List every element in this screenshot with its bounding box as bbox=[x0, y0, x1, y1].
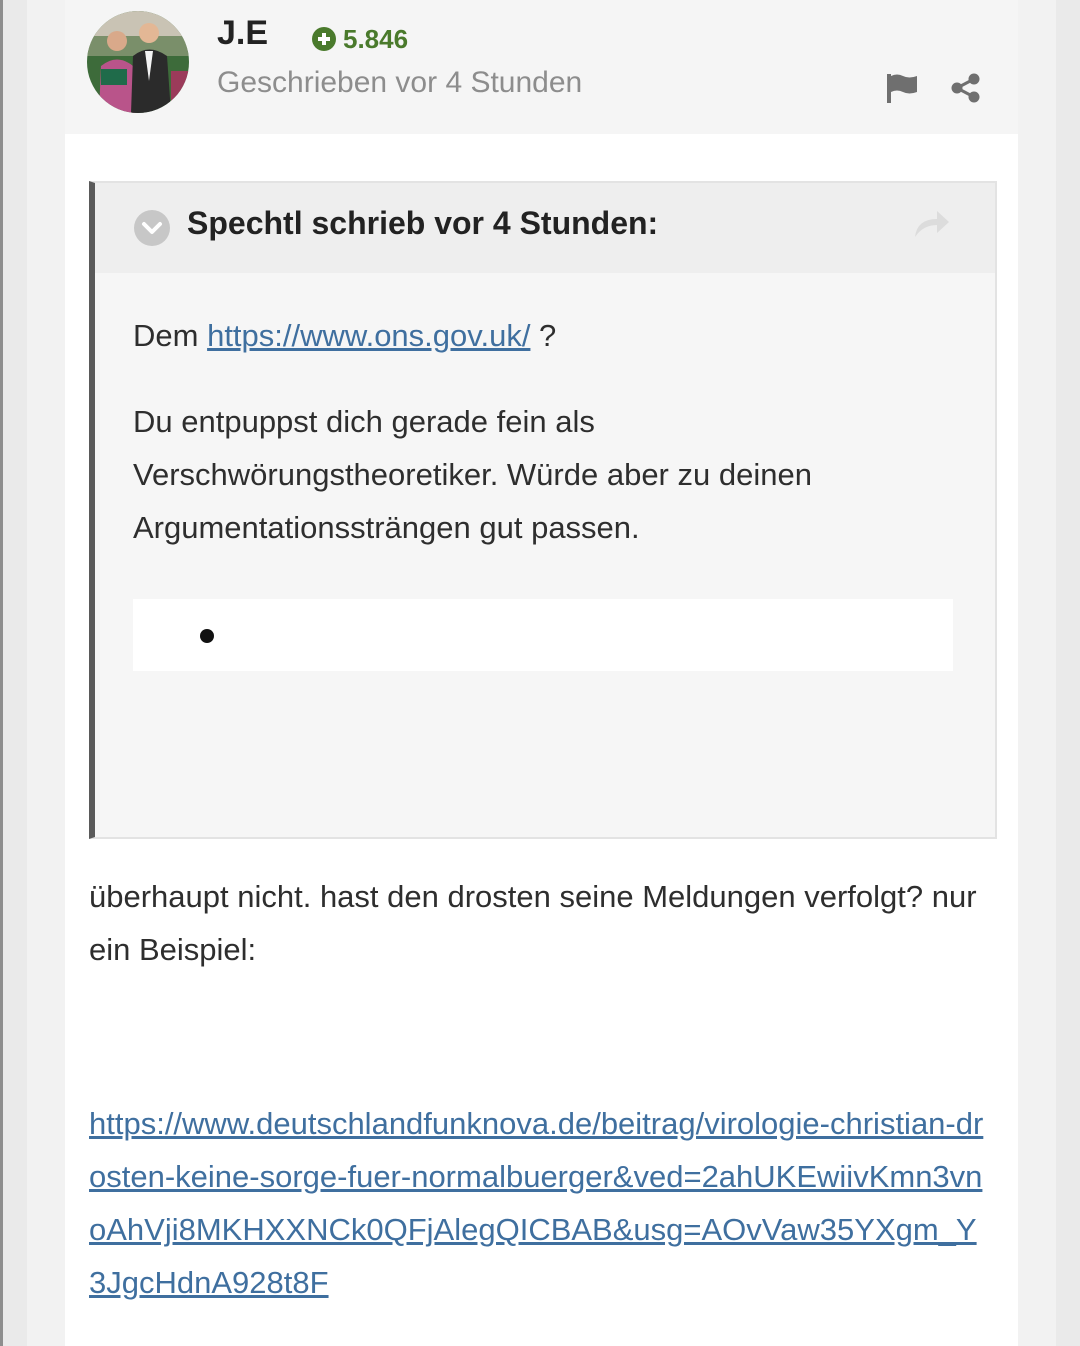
quote-text-suffix: ? bbox=[530, 318, 557, 353]
forum-post: J.E 5.846 Geschrieben vor 4 Stunden Spec… bbox=[65, 0, 1018, 1346]
quote-citation: Spechtl schrieb vor 4 Stunden: bbox=[187, 205, 659, 241]
post-timestamp: Geschrieben vor 4 Stunden bbox=[217, 66, 583, 99]
quote-body: Dem https://www.ons.gov.uk/ ? Du entpupp… bbox=[133, 309, 963, 587]
avatar[interactable] bbox=[87, 11, 189, 113]
reply-link[interactable]: https://www.deutschlandfunknova.de/beitr… bbox=[89, 1097, 989, 1309]
right-gutter bbox=[1056, 0, 1080, 1346]
collapse-icon[interactable] bbox=[133, 209, 171, 247]
empty-embed bbox=[133, 599, 953, 671]
plus-circle-icon bbox=[312, 27, 336, 51]
quote-block: Spechtl schrieb vor 4 Stunden: Dem https… bbox=[89, 181, 997, 839]
quote-text-prefix: Dem bbox=[133, 318, 199, 353]
quote-paragraph-2: Du entpuppst dich gerade fein als Versch… bbox=[133, 404, 812, 545]
post-frame: J.E 5.846 Geschrieben vor 4 Stunden Spec… bbox=[27, 0, 1056, 1346]
left-gutter bbox=[3, 0, 27, 1346]
reputation-badge: 5.846 bbox=[311, 22, 408, 56]
list-bullet bbox=[200, 629, 214, 643]
quote-paragraph: Dem https://www.ons.gov.uk/ ? bbox=[133, 309, 963, 362]
goto-quoted-post-icon[interactable] bbox=[913, 207, 951, 239]
share-icon[interactable] bbox=[950, 72, 982, 104]
reply-body: überhaupt nicht. hast den drosten seine … bbox=[89, 870, 989, 1309]
reply-text: überhaupt nicht. hast den drosten seine … bbox=[89, 879, 977, 967]
reputation-count: 5.846 bbox=[343, 23, 409, 54]
author-name[interactable]: J.E bbox=[217, 14, 268, 53]
quote-link[interactable]: https://www.ons.gov.uk/ bbox=[207, 318, 530, 353]
quote-header: Spechtl schrieb vor 4 Stunden: bbox=[95, 183, 995, 273]
flag-icon[interactable] bbox=[885, 72, 919, 104]
post-header: J.E 5.846 Geschrieben vor 4 Stunden bbox=[65, 0, 1018, 134]
